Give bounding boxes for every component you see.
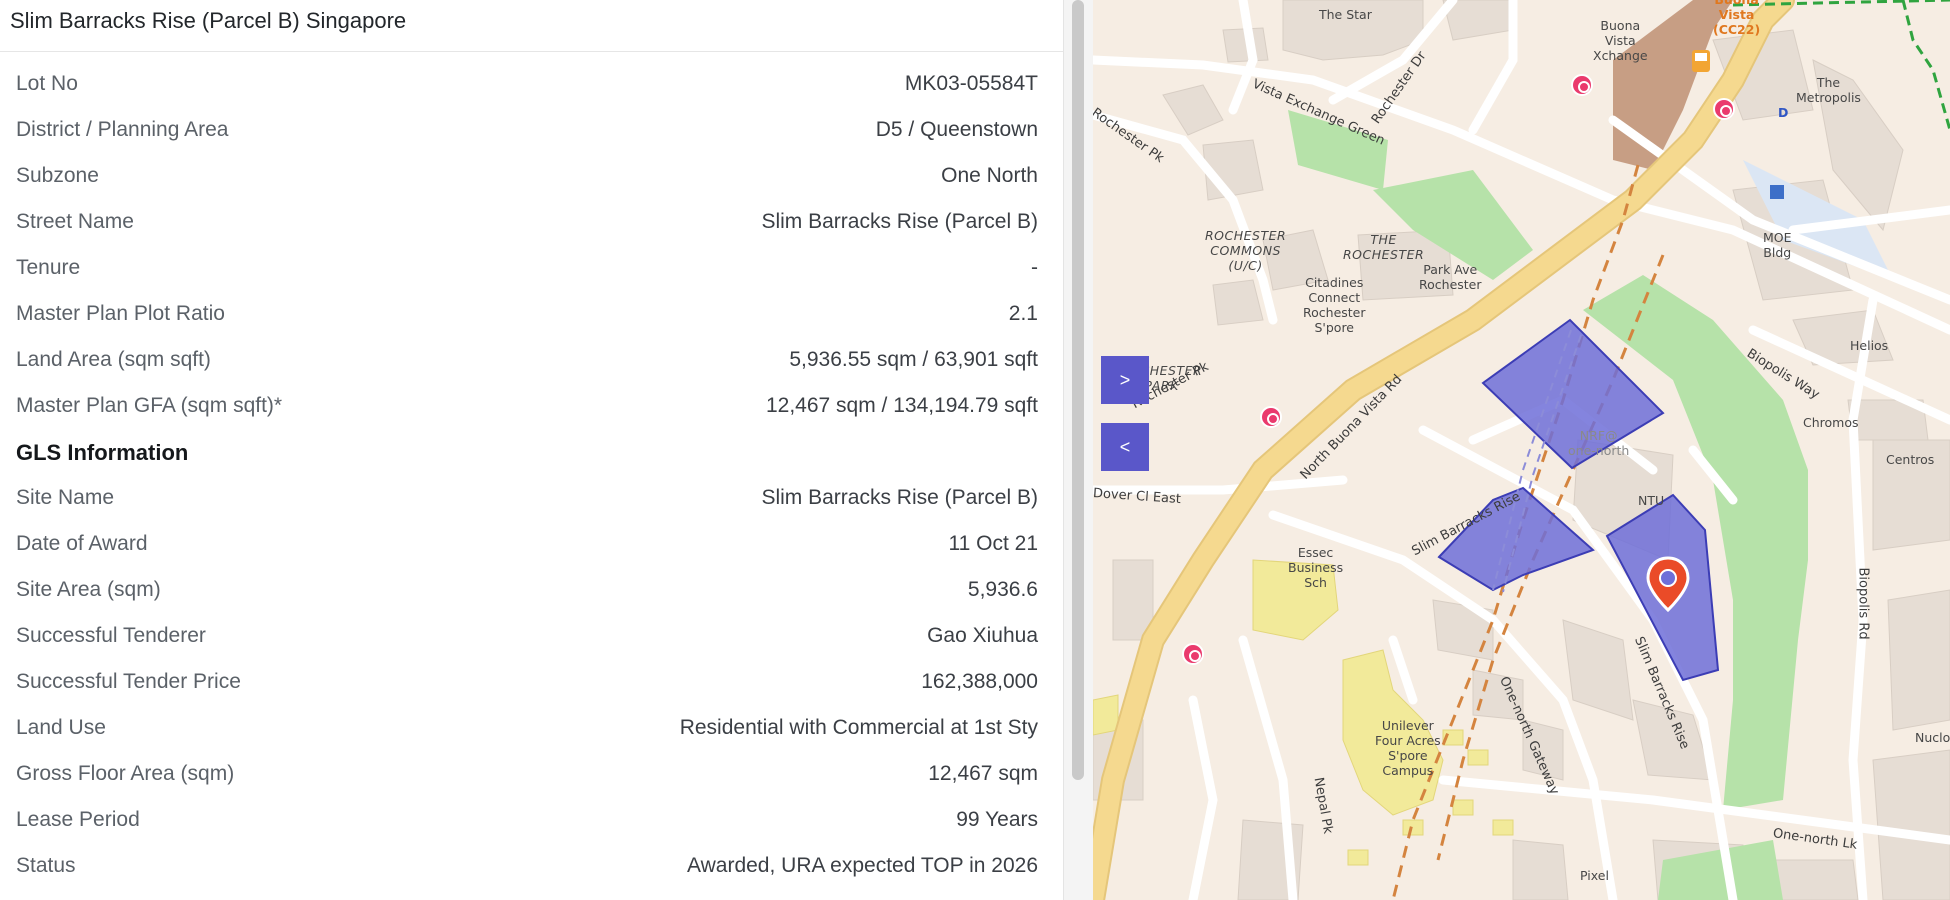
gls-row-date-of-award: Date of Award 11 Oct 21 <box>0 522 1063 568</box>
poi-marker-icon[interactable] <box>1260 406 1282 428</box>
detail-row-subzone: Subzone One North <box>0 154 1063 200</box>
map-label-unilever: Unilever Four Acres S'pore Campus <box>1375 718 1441 778</box>
detail-label: Master Plan GFA (sqm sqft)* <box>16 394 283 417</box>
location-pin-icon[interactable] <box>1645 556 1691 612</box>
detail-label: Land Area (sqm sqft) <box>16 348 211 371</box>
detail-label: Master Plan Plot Ratio <box>16 302 225 325</box>
map-view[interactable]: The Star Buona Vista Xchange Buona Vista… <box>1093 0 1950 900</box>
detail-label: Date of Award <box>16 532 148 555</box>
map-label-pixel: Pixel <box>1580 868 1609 883</box>
detail-value: 2.1 <box>1008 302 1038 325</box>
map-label-buona-vista-xchange: Buona Vista Xchange <box>1593 18 1648 63</box>
map-label-nuclo: Nuclo <box>1915 730 1950 745</box>
map-label-mrt-d: D <box>1778 105 1789 120</box>
detail-value: MK03-05584T <box>904 72 1038 95</box>
detail-row-land-area: Land Area (sqm sqft) 5,936.55 sqm / 63,9… <box>0 338 1063 384</box>
detail-value: D5 / Queenstown <box>875 118 1038 141</box>
detail-label: Lot No <box>16 72 78 95</box>
detail-label: Successful Tenderer <box>16 624 206 647</box>
detail-label: Subzone <box>16 164 99 187</box>
detail-label: Gross Floor Area (sqm) <box>16 762 235 785</box>
detail-value: 5,936.55 sqm / 63,901 sqft <box>789 348 1038 371</box>
detail-value: - <box>1031 256 1038 279</box>
detail-row-gfa: Master Plan GFA (sqm sqft)* 12,467 sqm /… <box>0 384 1063 430</box>
gls-row-gross-floor-area: Gross Floor Area (sqm) 12,467 sqm <box>0 752 1063 798</box>
detail-row-plot-ratio: Master Plan Plot Ratio 2.1 <box>0 292 1063 338</box>
collapse-panel-button[interactable]: < <box>1101 423 1149 471</box>
panel-scrollbar[interactable] <box>1063 0 1093 900</box>
gls-row-tenderer: Successful Tenderer Gao Xiuhua <box>0 614 1063 660</box>
detail-label: Street Name <box>16 210 134 233</box>
scrollbar-thumb[interactable] <box>1072 0 1084 780</box>
detail-value: 11 Oct 21 <box>948 532 1039 555</box>
map-label-the-star: The Star <box>1319 7 1372 22</box>
map-label-citadines: Citadines Connect Rochester S'pore <box>1303 275 1366 335</box>
map-canvas[interactable] <box>1093 0 1950 900</box>
detail-label: Site Name <box>16 486 115 509</box>
detail-label: Lease Period <box>16 808 140 831</box>
detail-value: 12,467 sqm <box>928 762 1038 785</box>
map-label-ntu: NTU <box>1638 493 1665 508</box>
detail-label: Tenure <box>16 256 81 279</box>
map-label-the-metropolis: The Metropolis <box>1796 75 1861 105</box>
gls-row-lease-period: Lease Period 99 Years <box>0 798 1063 844</box>
poi-marker-icon[interactable] <box>1182 643 1204 665</box>
panel-header: Slim Barracks Rise (Parcel B) Singapore <box>0 0 1063 52</box>
map-label-rochester-commons: ROCHESTER COMMONS (U/C) <box>1205 228 1287 273</box>
detail-value: One North <box>941 164 1038 187</box>
detail-row-street-name: Street Name Slim Barracks Rise (Parcel B… <box>0 200 1063 246</box>
gls-section-title: GLS Information <box>0 430 1063 476</box>
detail-value: Gao Xiuhua <box>927 624 1038 647</box>
road-label-biopolis-rd: Biopolis Rd <box>1855 567 1871 640</box>
poi-marker-icon[interactable] <box>1571 74 1593 96</box>
property-info-panel: Slim Barracks Rise (Parcel B) Singapore … <box>0 0 1063 900</box>
detail-label: District / Planning Area <box>16 118 229 141</box>
detail-row-district: District / Planning Area D5 / Queenstown <box>0 108 1063 154</box>
detail-value: Awarded, URA expected TOP in 2026 <box>686 854 1038 877</box>
detail-label: Status <box>16 854 76 877</box>
gls-row-land-use: Land Use Residential with Commercial at … <box>0 706 1063 752</box>
map-label-chromos: Chromos <box>1803 415 1859 430</box>
detail-row-lot-no: Lot No MK03-05584T <box>0 62 1063 108</box>
detail-value: 5,936.6 <box>967 578 1038 601</box>
detail-value: Slim Barracks Rise (Parcel B) <box>761 486 1038 509</box>
expand-panel-button[interactable]: > <box>1101 356 1149 404</box>
poi-marker-icon[interactable] <box>1713 98 1735 120</box>
gls-row-site-name: Site Name Slim Barracks Rise (Parcel B) <box>0 476 1063 522</box>
detail-row-tenure: Tenure - <box>0 246 1063 292</box>
map-label-buona-vista-mrt: Buona Vista (CC22) <box>1713 0 1761 37</box>
map-label-moe-bldg: MOE Bldg <box>1763 230 1792 260</box>
detail-value: Residential with Commercial at 1st Sty <box>679 716 1038 739</box>
detail-value: 162,388,000 <box>921 670 1038 693</box>
map-label-essec: Essec Business Sch <box>1288 545 1344 590</box>
property-details: Lot No MK03-05584T District / Planning A… <box>0 62 1063 890</box>
map-label-park-ave-rochester: Park Ave Rochester <box>1419 262 1482 292</box>
map-label-centros: Centros <box>1886 452 1935 467</box>
map-label-nrf-one-north: NRF@ one-north <box>1568 428 1630 458</box>
map-label-helios: Helios <box>1850 338 1889 353</box>
gls-row-site-area: Site Area (sqm) 5,936.6 <box>0 568 1063 614</box>
detail-value: 99 Years <box>956 808 1038 831</box>
detail-label: Site Area (sqm) <box>16 578 161 601</box>
detail-label: Land Use <box>16 716 106 739</box>
page-title: Slim Barracks Rise (Parcel B) Singapore <box>10 8 407 33</box>
gls-row-tender-price: Successful Tender Price 162,388,000 <box>0 660 1063 706</box>
map-label-the-rochester: THE ROCHESTER <box>1343 232 1425 262</box>
gls-row-status: Status Awarded, URA expected TOP in 2026 <box>0 844 1063 890</box>
detail-label: Successful Tender Price <box>16 670 241 693</box>
detail-value: 12,467 sqm / 134,194.79 sqft <box>765 394 1038 417</box>
detail-value: Slim Barracks Rise (Parcel B) <box>761 210 1038 233</box>
section-heading: GLS Information <box>16 440 189 465</box>
